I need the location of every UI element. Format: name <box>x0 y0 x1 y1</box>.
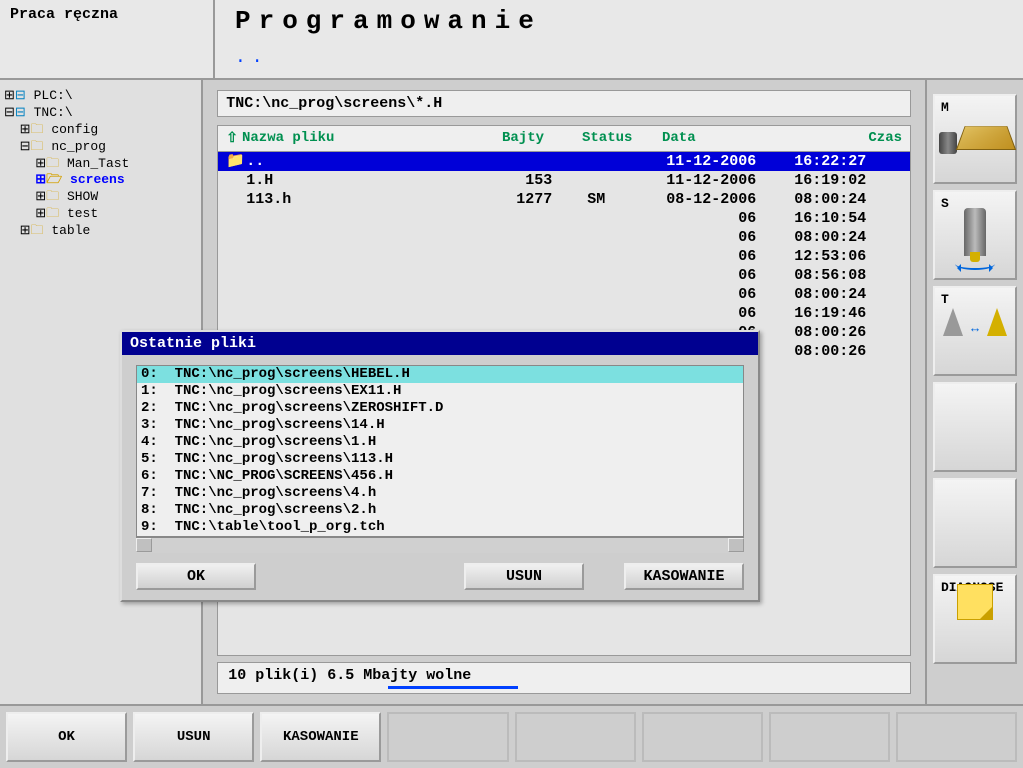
spindle-icon <box>964 208 986 256</box>
softkey-empty[interactable] <box>769 712 890 762</box>
dialog-usun-button[interactable]: USUN <box>464 563 584 590</box>
page-title: Programowanie <box>235 6 1003 36</box>
recent-item[interactable]: 2: TNC:\nc_prog\screens\ZEROSHIFT.D <box>137 400 743 417</box>
tree-folder-table[interactable]: ⊞🗀 table <box>4 223 197 240</box>
recent-item[interactable]: 7: TNC:\nc_prog\screens\4.h <box>137 485 743 502</box>
softkey-ok[interactable]: OK <box>6 712 127 762</box>
file-row[interactable]: 0616:10:54 <box>218 209 910 228</box>
softkey-s[interactable]: S <box>933 190 1017 280</box>
tree-folder-screens[interactable]: ⊞🗁 screens <box>4 172 197 189</box>
file-row[interactable]: 113.h1277SM08-12-200608:00:24 <box>218 190 910 209</box>
title-subtitle: .. <box>235 48 1003 68</box>
column-name[interactable]: Nazwa pliku <box>242 130 502 147</box>
softkey-m[interactable]: M <box>933 94 1017 184</box>
recent-scrollbar[interactable] <box>136 537 744 553</box>
softkey-empty[interactable] <box>515 712 636 762</box>
column-date[interactable]: Data <box>662 130 802 147</box>
tree-folder-config[interactable]: ⊞🗀 config <box>4 122 197 139</box>
tree-drive-tnc[interactable]: ⊟⊟ TNC:\ <box>4 105 197 122</box>
recent-item[interactable]: 6: TNC:\NC_PROG\SCREENS\456.H <box>137 468 743 485</box>
scroll-right-icon[interactable] <box>728 538 744 552</box>
recent-files-dialog: Ostatnie pliki 0: TNC:\nc_prog\screens\H… <box>120 330 760 602</box>
column-time[interactable]: Czas <box>802 130 902 147</box>
file-row[interactable]: 0612:53:06 <box>218 247 910 266</box>
mode-label: Praca ręczna <box>0 0 215 78</box>
file-row[interactable]: 1.H15311-12-200616:19:02 <box>218 171 910 190</box>
file-row[interactable]: 📁..11-12-200616:22:27 <box>218 152 910 171</box>
status-underline <box>388 686 518 689</box>
column-status[interactable]: Status <box>582 130 662 147</box>
softkey-empty[interactable] <box>387 712 508 762</box>
recent-item[interactable]: 9: TNC:\table\tool_p_org.tch <box>137 519 743 536</box>
status-bar: 10 plik(i) 6.5 Mbajty wolne <box>217 662 911 694</box>
softkey-diagnose[interactable]: DIAGNOSE <box>933 574 1017 664</box>
path-display: TNC:\nc_prog\screens\*.H <box>217 90 911 117</box>
title-area: Programowanie .. <box>215 0 1023 78</box>
softkey-empty-2[interactable] <box>933 478 1017 568</box>
file-list-header[interactable]: ⇧ Nazwa pliku Bajty Status Data Czas <box>217 125 911 152</box>
sort-arrow-icon: ⇧ <box>226 130 238 147</box>
recent-item[interactable]: 0: TNC:\nc_prog\screens\HEBEL.H <box>137 366 743 383</box>
file-row[interactable]: 0616:19:46 <box>218 304 910 323</box>
recent-item[interactable]: 5: TNC:\nc_prog\screens\113.H <box>137 451 743 468</box>
machine-icon <box>939 118 1011 154</box>
dialog-ok-button[interactable]: OK <box>136 563 256 590</box>
softkey-t[interactable]: T ↔ <box>933 286 1017 376</box>
note-icon <box>957 584 993 620</box>
tree-folder-show[interactable]: ⊞🗀 SHOW <box>4 189 197 206</box>
recent-item[interactable]: 1: TNC:\nc_prog\screens\EX11.H <box>137 383 743 400</box>
softkey-empty[interactable] <box>642 712 763 762</box>
softkey-empty-1[interactable] <box>933 382 1017 472</box>
tree-folder-mantast[interactable]: ⊞🗀 Man_Tast <box>4 156 197 173</box>
recent-item[interactable]: 4: TNC:\nc_prog\screens\1.H <box>137 434 743 451</box>
softkey-empty[interactable] <box>896 712 1017 762</box>
rotation-arrow-icon <box>955 258 995 270</box>
softkey-usun[interactable]: USUN <box>133 712 254 762</box>
recent-item[interactable]: 8: TNC:\nc_prog\screens\2.h <box>137 502 743 519</box>
softkey-kasowanie[interactable]: KASOWANIE <box>260 712 381 762</box>
file-row[interactable]: 0608:00:24 <box>218 285 910 304</box>
header: Praca ręczna Programowanie .. <box>0 0 1023 80</box>
dialog-kasowanie-button[interactable]: KASOWANIE <box>624 563 744 590</box>
column-bytes[interactable]: Bajty <box>502 130 582 147</box>
scroll-left-icon[interactable] <box>136 538 152 552</box>
tree-folder-test[interactable]: ⊞🗀 test <box>4 206 197 223</box>
file-row[interactable]: 0608:00:24 <box>218 228 910 247</box>
tree-folder-ncprog[interactable]: ⊟🗀 nc_prog <box>4 139 197 156</box>
tree-drive-plc[interactable]: ⊞⊟ PLC:\ <box>4 88 197 105</box>
vertical-softkeys: M S T ↔ DIAGNOSE <box>925 80 1023 704</box>
tool-icon: ↔ <box>939 308 1011 336</box>
horizontal-softkeys: OK USUN KASOWANIE <box>0 704 1023 768</box>
recent-item[interactable]: 3: TNC:\nc_prog\screens\14.H <box>137 417 743 434</box>
dialog-title: Ostatnie pliki <box>122 332 758 355</box>
recent-files-list[interactable]: 0: TNC:\nc_prog\screens\HEBEL.H1: TNC:\n… <box>136 365 744 537</box>
file-row[interactable]: 0608:56:08 <box>218 266 910 285</box>
